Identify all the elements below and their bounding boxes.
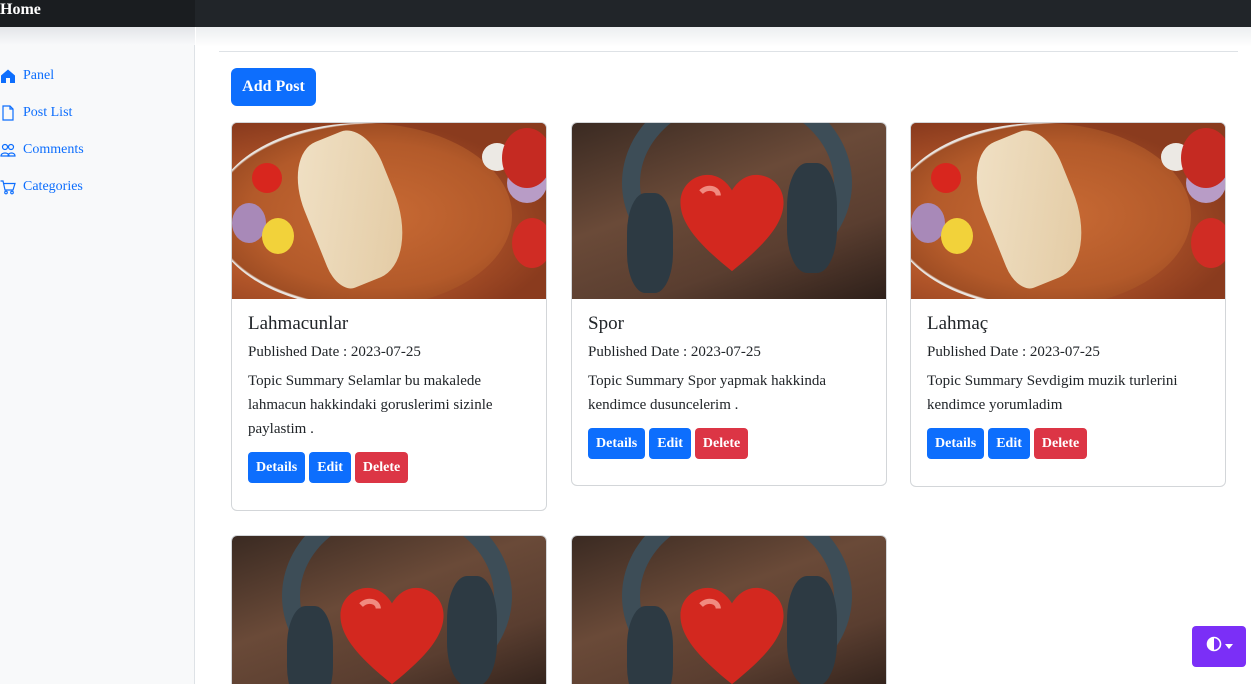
post-summary: Topic Summary Sevdigim muzik turlerini k…: [927, 373, 1178, 413]
delete-button[interactable]: Delete: [1033, 428, 1088, 459]
sidebar-item-panel[interactable]: Panel: [0, 65, 54, 87]
post-image-lahmacun: [911, 123, 1225, 299]
half-circle-icon: [1206, 636, 1222, 657]
people-icon: [0, 142, 16, 158]
details-button[interactable]: Details: [248, 452, 306, 483]
post-summary: Topic Summary Spor yapmak hakkinda kendi…: [588, 373, 827, 413]
sidebar-item-comments[interactable]: Comments: [0, 139, 84, 161]
divider: [219, 51, 1238, 52]
top-navbar: Home: [0, 0, 1251, 27]
post-title: Spor: [588, 313, 624, 334]
sidebar-item-post-list[interactable]: Post List: [0, 102, 72, 124]
details-button[interactable]: Details: [588, 428, 646, 459]
sidebar-item-label: Comments: [23, 142, 84, 157]
post-title: Lahmacunlar: [248, 313, 349, 334]
home-link[interactable]: Home: [0, 1, 41, 19]
theme-toggle-button[interactable]: [1192, 626, 1246, 667]
post-summary: Topic Summary Selamlar bu makalede lahma…: [248, 373, 493, 437]
post-card: Spor Published Date : 2023-07-25 Topic S…: [571, 122, 887, 486]
sidebar-item-label: Post List: [23, 105, 73, 120]
delete-button[interactable]: Delete: [694, 428, 749, 459]
post-card: Lahmacunlar Published Date : 2023-07-25 …: [231, 122, 547, 511]
post-image-heart-headphones: [232, 536, 546, 684]
post-card: [571, 535, 887, 684]
delete-button[interactable]: Delete: [354, 452, 409, 483]
house-icon: [0, 68, 16, 84]
post-card: Lahmaç Published Date : 2023-07-25 Topic…: [910, 122, 1226, 487]
sidebar-item-label: Categories: [23, 179, 83, 194]
post-image-heart-headphones: [572, 123, 886, 299]
sidebar-item-label: Panel: [23, 68, 55, 83]
header-shadow: [196, 27, 1251, 47]
chevron-down-icon: [1224, 644, 1233, 649]
post-title: Lahmaç: [927, 313, 989, 334]
edit-button[interactable]: Edit: [649, 428, 691, 459]
sidebar-shadow: [0, 27, 195, 45]
post-date: Published Date : 2023-07-25: [248, 344, 421, 360]
sidebar: Panel Post List Comments Categories: [0, 27, 195, 684]
cart-icon: [0, 179, 16, 195]
sidebar-item-categories[interactable]: Categories: [0, 176, 83, 198]
edit-button[interactable]: Edit: [309, 452, 351, 483]
post-date: Published Date : 2023-07-25: [588, 344, 761, 360]
navbar-brand-area: Home: [0, 0, 195, 27]
post-card: [231, 535, 547, 684]
file-icon: [0, 105, 16, 121]
post-image-heart-headphones: [572, 536, 886, 684]
post-image-lahmacun: [232, 123, 546, 299]
edit-button[interactable]: Edit: [988, 428, 1030, 459]
details-button[interactable]: Details: [927, 428, 985, 459]
post-date: Published Date : 2023-07-25: [927, 344, 1100, 360]
add-post-button[interactable]: Add Post: [231, 68, 316, 106]
